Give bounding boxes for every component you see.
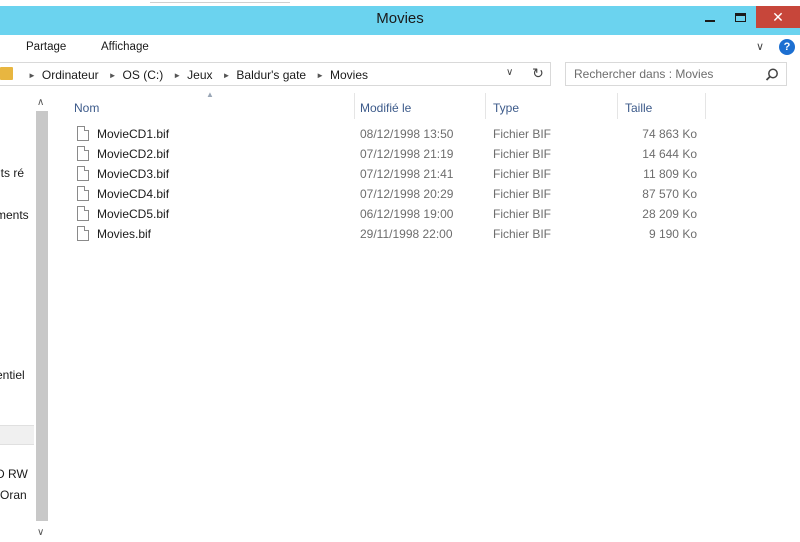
file-modified: 06/12/1998 19:00 — [360, 207, 454, 221]
column-separator[interactable] — [617, 93, 618, 119]
maximize-icon — [734, 12, 746, 22]
breadcrumb-os-c[interactable]: OS (C:) — [123, 68, 164, 82]
file-name: MovieCD2.bif — [97, 147, 170, 161]
file-icon — [77, 146, 89, 161]
file-size: 14 644 Ko — [642, 147, 697, 161]
file-modified: 29/11/1998 22:00 — [360, 227, 453, 241]
file-row[interactable]: MovieCD5.bif 06/12/1998 19:00 Fichier BI… — [50, 204, 800, 224]
address-bar[interactable]: ► Ordinateur ► OS (C:) ► Jeux ► Baldur's… — [0, 62, 551, 86]
breadcrumb-ordinateur[interactable]: Ordinateur — [42, 68, 99, 82]
file-row[interactable]: MovieCD4.bif 07/12/1998 20:29 Fichier BI… — [50, 184, 800, 204]
breadcrumb-baldurs-gate[interactable]: Baldur's gate — [236, 68, 306, 82]
file-type: Fichier BIF — [493, 207, 552, 221]
scrollbar-thumb[interactable] — [36, 111, 48, 521]
column-header-modified[interactable]: Modifié le — [360, 101, 411, 115]
nav-item[interactable]: ments — [0, 208, 29, 222]
search-box — [565, 62, 787, 86]
file-modified: 07/12/1998 21:19 — [360, 147, 454, 161]
file-size: 87 570 Ko — [642, 187, 697, 201]
scroll-down-icon[interactable]: ∨ — [37, 527, 44, 538]
column-header-type[interactable]: Type — [493, 101, 519, 115]
nav-item[interactable]: D RW — [0, 467, 28, 481]
column-header-name[interactable]: Nom — [74, 101, 99, 115]
column-separator[interactable] — [354, 93, 355, 119]
file-modified: 07/12/1998 20:29 — [360, 187, 454, 201]
title-strip-line — [150, 2, 290, 3]
file-type: Fichier BIF — [493, 187, 552, 201]
file-list-pane: ▲ Nom Modifié le Type Taille MovieCD1.bi… — [50, 88, 800, 542]
file-type: Fichier BIF — [493, 227, 552, 241]
file-modified: 07/12/1998 21:41 — [360, 167, 454, 181]
file-name: MovieCD5.bif — [97, 207, 170, 221]
file-type: Fichier BIF — [493, 127, 552, 141]
column-header-size[interactable]: Taille — [625, 101, 652, 115]
close-button[interactable]: ✕ — [756, 6, 800, 28]
breadcrumb-movies[interactable]: Movies — [330, 68, 368, 82]
file-size: 74 863 Ko — [642, 127, 697, 141]
nav-divider — [0, 425, 34, 445]
file-icon — [77, 166, 89, 181]
window-title: Movies — [376, 10, 424, 27]
search-input[interactable] — [574, 67, 759, 81]
file-name: MovieCD1.bif — [97, 127, 170, 141]
ribbon: Partage Affichage ∨ ? — [0, 35, 800, 60]
file-size: 11 809 Ko — [643, 167, 697, 181]
file-size: 9 190 Ko — [648, 227, 697, 241]
chevron-down-icon[interactable]: ∨ — [756, 40, 764, 53]
file-name: MovieCD3.bif — [97, 167, 170, 181]
file-row[interactable]: Movies.bif 29/11/1998 22:00 Fichier BIF … — [50, 224, 800, 244]
nav-item[interactable]: entiel — [0, 368, 25, 382]
help-icon[interactable]: ? — [779, 39, 795, 55]
file-type: Fichier BIF — [493, 147, 552, 161]
nav-scrollbar[interactable]: ∧ ∨ — [34, 95, 50, 542]
chevron-right-icon[interactable]: ► — [223, 71, 231, 80]
sort-ascending-icon: ▲ — [206, 90, 214, 99]
file-name: Movies.bif — [97, 227, 152, 241]
navigation-pane: nts ré ments s entiel D RW (Oran ∧ ∨ — [0, 95, 50, 542]
folder-icon — [0, 67, 13, 80]
file-icon — [77, 186, 89, 201]
chevron-right-icon[interactable]: ► — [109, 71, 117, 80]
chevron-right-icon[interactable]: ► — [316, 71, 324, 80]
title-top-strip — [0, 0, 800, 6]
history-dropdown-icon[interactable]: ∨ — [506, 67, 513, 78]
nav-item[interactable]: nts ré — [0, 166, 24, 180]
chevron-right-icon[interactable]: ► — [173, 71, 181, 80]
file-icon — [77, 206, 89, 221]
search-icon[interactable] — [764, 67, 780, 83]
refresh-icon[interactable]: ↻ — [528, 65, 548, 82]
chevron-right-icon: ► — [28, 70, 36, 80]
file-row[interactable]: MovieCD3.bif 07/12/1998 21:41 Fichier BI… — [50, 164, 800, 184]
title-bar: Movies ✕ — [0, 0, 800, 35]
column-separator[interactable] — [485, 93, 486, 119]
maximize-button[interactable] — [726, 6, 754, 28]
file-type: Fichier BIF — [493, 167, 552, 181]
minimize-icon — [705, 20, 715, 22]
scroll-up-icon[interactable]: ∧ — [37, 97, 44, 108]
file-icon — [77, 126, 89, 141]
minimize-button[interactable] — [696, 6, 724, 28]
file-row[interactable]: MovieCD1.bif 08/12/1998 13:50 Fichier BI… — [50, 124, 800, 144]
address-row: ► Ordinateur ► OS (C:) ► Jeux ► Baldur's… — [0, 60, 800, 88]
file-icon — [77, 226, 89, 241]
nav-item[interactable]: (Oran — [0, 488, 27, 502]
breadcrumb: ► Ordinateur ► OS (C:) ► Jeux ► Baldur's… — [28, 68, 378, 82]
file-row[interactable]: MovieCD2.bif 07/12/1998 21:19 Fichier BI… — [50, 144, 800, 164]
close-icon: ✕ — [772, 8, 784, 25]
file-size: 28 209 Ko — [642, 207, 697, 221]
tab-affichage[interactable]: Affichage — [101, 41, 149, 53]
column-separator[interactable] — [705, 93, 706, 119]
file-modified: 08/12/1998 13:50 — [360, 127, 454, 141]
tab-partage[interactable]: Partage — [26, 41, 66, 53]
breadcrumb-jeux[interactable]: Jeux — [187, 68, 212, 82]
file-name: MovieCD4.bif — [97, 187, 170, 201]
